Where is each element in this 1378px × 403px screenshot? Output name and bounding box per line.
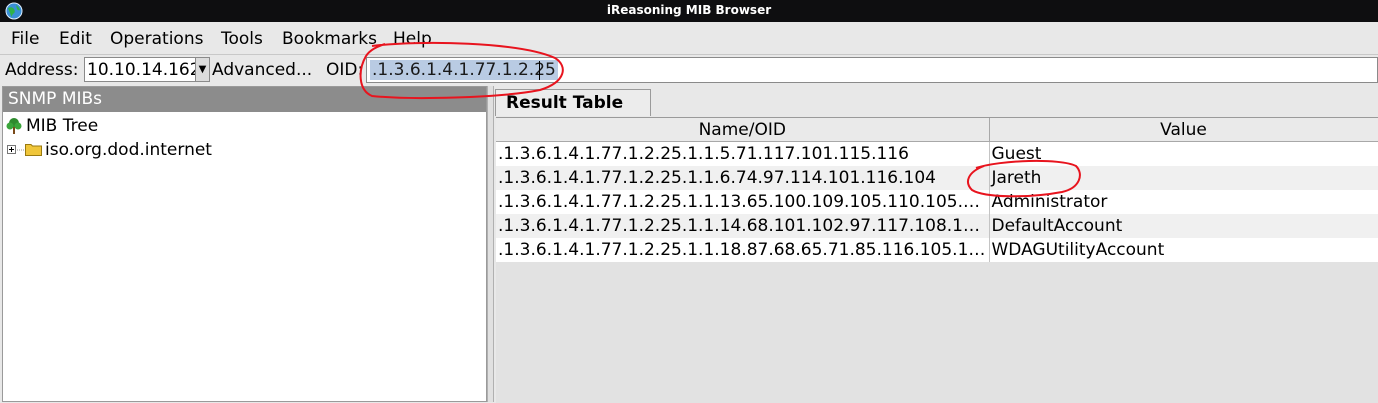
- tree-item-label: iso.org.dod.internet: [45, 140, 212, 160]
- cell-value[interactable]: DefaultAccount: [989, 214, 1378, 238]
- menu-operations[interactable]: Operations: [110, 29, 203, 49]
- panel-header: SNMP MIBs: [3, 87, 486, 112]
- cell-oid[interactable]: .1.3.6.1.4.1.77.1.2.25.1.1.13.65.100.109…: [496, 190, 990, 214]
- folder-icon: [25, 144, 42, 156]
- cell-value[interactable]: Jareth: [989, 166, 1378, 190]
- tree-connector-icon: [17, 149, 25, 151]
- cell-value[interactable]: Administrator: [989, 190, 1378, 214]
- table-row[interactable]: .1.3.6.1.4.1.77.1.2.25.1.1.13.65.100.109…: [496, 190, 1378, 214]
- tree-icon: [6, 118, 22, 134]
- panel-splitter[interactable]: [487, 86, 494, 402]
- table-row[interactable]: .1.3.6.1.4.1.77.1.2.25.1.1.6.74.97.114.1…: [496, 166, 1378, 190]
- menu-bar: File Edit Operations Tools Bookmarks Hel…: [0, 24, 1378, 55]
- oid-input[interactable]: .1.3.6.1.4.1.77.1.2.25: [366, 57, 1378, 83]
- menu-file[interactable]: File: [11, 29, 39, 49]
- menu-tools[interactable]: Tools: [221, 29, 263, 49]
- cell-oid[interactable]: .1.3.6.1.4.1.77.1.2.25.1.1.6.74.97.114.1…: [496, 166, 990, 190]
- menu-edit[interactable]: Edit: [59, 29, 92, 49]
- snmp-mibs-panel: SNMP MIBs MIB Tree iso.org.dod.internet: [2, 86, 487, 402]
- oid-value[interactable]: .1.3.6.1.4.1.77.1.2.25: [370, 60, 558, 80]
- cell-oid[interactable]: .1.3.6.1.4.1.77.1.2.25.1.1.14.68.101.102…: [496, 214, 990, 238]
- tab-label: Result Table: [506, 93, 624, 113]
- tab-result-table[interactable]: Result Table: [495, 89, 651, 116]
- address-toolbar: Address: 10.10.14.162 ▼ Advanced... OID:…: [0, 55, 1378, 85]
- plus-icon[interactable]: [7, 145, 16, 154]
- result-table-area: Name/OID Value .1.3.6.1.4.1.77.1.2.25.1.…: [496, 117, 1378, 403]
- address-label: Address:: [5, 60, 79, 80]
- column-header-value[interactable]: Value: [989, 118, 1378, 142]
- tree-item-label: MIB Tree: [26, 116, 99, 136]
- text-caret: [539, 61, 540, 80]
- table-row[interactable]: .1.3.6.1.4.1.77.1.2.25.1.1.5.71.117.101.…: [496, 141, 1378, 166]
- cell-value[interactable]: WDAGUtilityAccount: [989, 238, 1378, 262]
- cell-value[interactable]: Guest: [989, 141, 1378, 166]
- menu-help[interactable]: Help: [393, 29, 432, 49]
- title-bar: iReasoning MIB Browser: [0, 0, 1378, 22]
- advanced-button[interactable]: Advanced...: [212, 60, 312, 80]
- address-combobox[interactable]: 10.10.14.162 ▼: [84, 57, 210, 82]
- table-row[interactable]: .1.3.6.1.4.1.77.1.2.25.1.1.14.68.101.102…: [496, 214, 1378, 238]
- dropdown-arrow-icon[interactable]: ▼: [195, 58, 209, 81]
- column-header-name-oid[interactable]: Name/OID: [496, 118, 990, 142]
- cell-oid[interactable]: .1.3.6.1.4.1.77.1.2.25.1.1.5.71.117.101.…: [496, 141, 990, 166]
- oid-label: OID:: [326, 60, 364, 80]
- table-row[interactable]: .1.3.6.1.4.1.77.1.2.25.1.1.18.87.68.65.7…: [496, 238, 1378, 262]
- panel-header-label: SNMP MIBs: [8, 89, 103, 109]
- menu-bookmarks[interactable]: Bookmarks: [282, 29, 377, 49]
- window-title: iReasoning MIB Browser: [606, 3, 772, 17]
- cell-oid[interactable]: .1.3.6.1.4.1.77.1.2.25.1.1.18.87.68.65.7…: [496, 238, 990, 262]
- address-value[interactable]: 10.10.14.162: [87, 60, 201, 80]
- result-table: Name/OID Value .1.3.6.1.4.1.77.1.2.25.1.…: [496, 118, 1378, 262]
